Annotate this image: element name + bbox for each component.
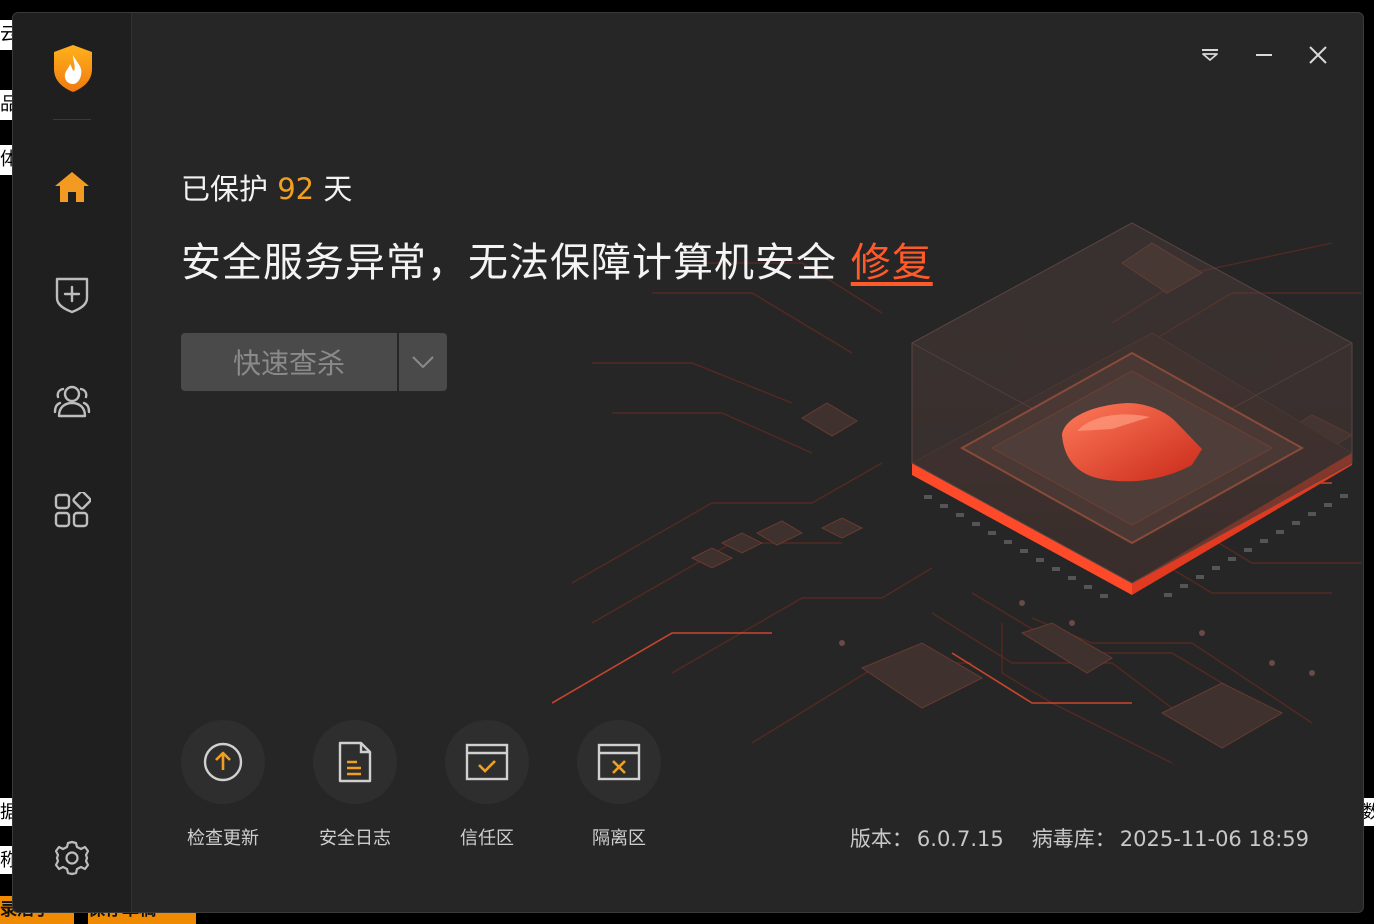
menu-button[interactable] [1196, 41, 1224, 69]
minimize-button[interactable] [1250, 41, 1278, 69]
logo-divider [53, 119, 91, 120]
shield-plus-icon [55, 277, 89, 314]
scan-mode-dropdown[interactable] [399, 333, 447, 391]
quarantine-icon [597, 743, 641, 781]
bg-app-text: 品 [0, 90, 12, 120]
chevron-down-icon [412, 356, 434, 369]
quarantine-tool[interactable]: 隔离区 [577, 720, 661, 850]
version-label: 版本： [849, 827, 913, 851]
security-log-tool[interactable]: 安全日志 [313, 720, 397, 850]
bg-app-text: 称 [0, 846, 12, 874]
dropdown-menu-icon [1202, 49, 1218, 61]
check-update-tool[interactable]: 检查更新 [181, 720, 265, 850]
sidebar-item-users[interactable] [50, 379, 94, 423]
antivirus-window: 已保护 92 天 安全服务异常，无法保障计算机安全 修复 快速查杀 检查更新 安… [12, 12, 1364, 913]
log-document-icon [338, 741, 372, 783]
tool-icon-circle [313, 720, 397, 804]
version-value: 6.0.7.15 [916, 827, 1004, 851]
users-icon [53, 385, 91, 418]
sidebar-item-home[interactable] [50, 165, 94, 209]
protection-day-count: 92 [277, 172, 315, 206]
sidebar-item-apps[interactable] [50, 489, 94, 533]
protection-prefix: 已保护 [181, 172, 269, 206]
gear-icon [54, 840, 90, 876]
virus-db-value: 2025-11-06 18:59 [1119, 827, 1309, 851]
sidebar-item-protection[interactable] [50, 272, 94, 316]
apps-grid-icon [54, 492, 91, 528]
protection-days: 已保护 92 天 [181, 166, 352, 208]
status-message: 安全服务异常，无法保障计算机安全 修复 [181, 230, 933, 288]
app-logo [51, 43, 95, 93]
tool-icon-circle [181, 720, 265, 804]
trust-zone-tool[interactable]: 信任区 [445, 720, 529, 850]
tool-label: 检查更新 [187, 828, 259, 849]
status-text: 安全服务异常，无法保障计算机安全 [181, 240, 837, 286]
version-info: 版本： 6.0.7.15 病毒库： 2025-11-06 18:59 [846, 823, 1309, 853]
update-arrow-icon [203, 742, 243, 782]
close-button[interactable] [1304, 41, 1332, 69]
bg-app-text: 体 [0, 145, 12, 175]
virus-db-label: 病毒库： [1031, 827, 1116, 851]
tool-label: 隔离区 [592, 828, 646, 849]
bg-app-text: 云 [0, 20, 12, 50]
tool-label: 安全日志 [319, 828, 391, 849]
tool-label: 信任区 [460, 828, 514, 849]
sidebar [13, 13, 132, 912]
trust-zone-icon [465, 743, 509, 781]
tool-icon-circle [445, 720, 529, 804]
scan-button-group: 快速查杀 [181, 333, 447, 391]
minimize-icon [1256, 54, 1272, 56]
tool-icon-circle [577, 720, 661, 804]
bg-app-text: 据 [0, 798, 12, 826]
protection-suffix: 天 [323, 172, 353, 206]
fix-link[interactable]: 修复 [851, 240, 933, 286]
settings-button[interactable] [50, 836, 94, 880]
home-icon [55, 172, 89, 202]
close-icon [1309, 46, 1327, 64]
main-panel: 已保护 92 天 安全服务异常，无法保障计算机安全 修复 快速查杀 检查更新 安… [132, 13, 1363, 912]
quick-scan-button[interactable]: 快速查杀 [181, 333, 397, 391]
